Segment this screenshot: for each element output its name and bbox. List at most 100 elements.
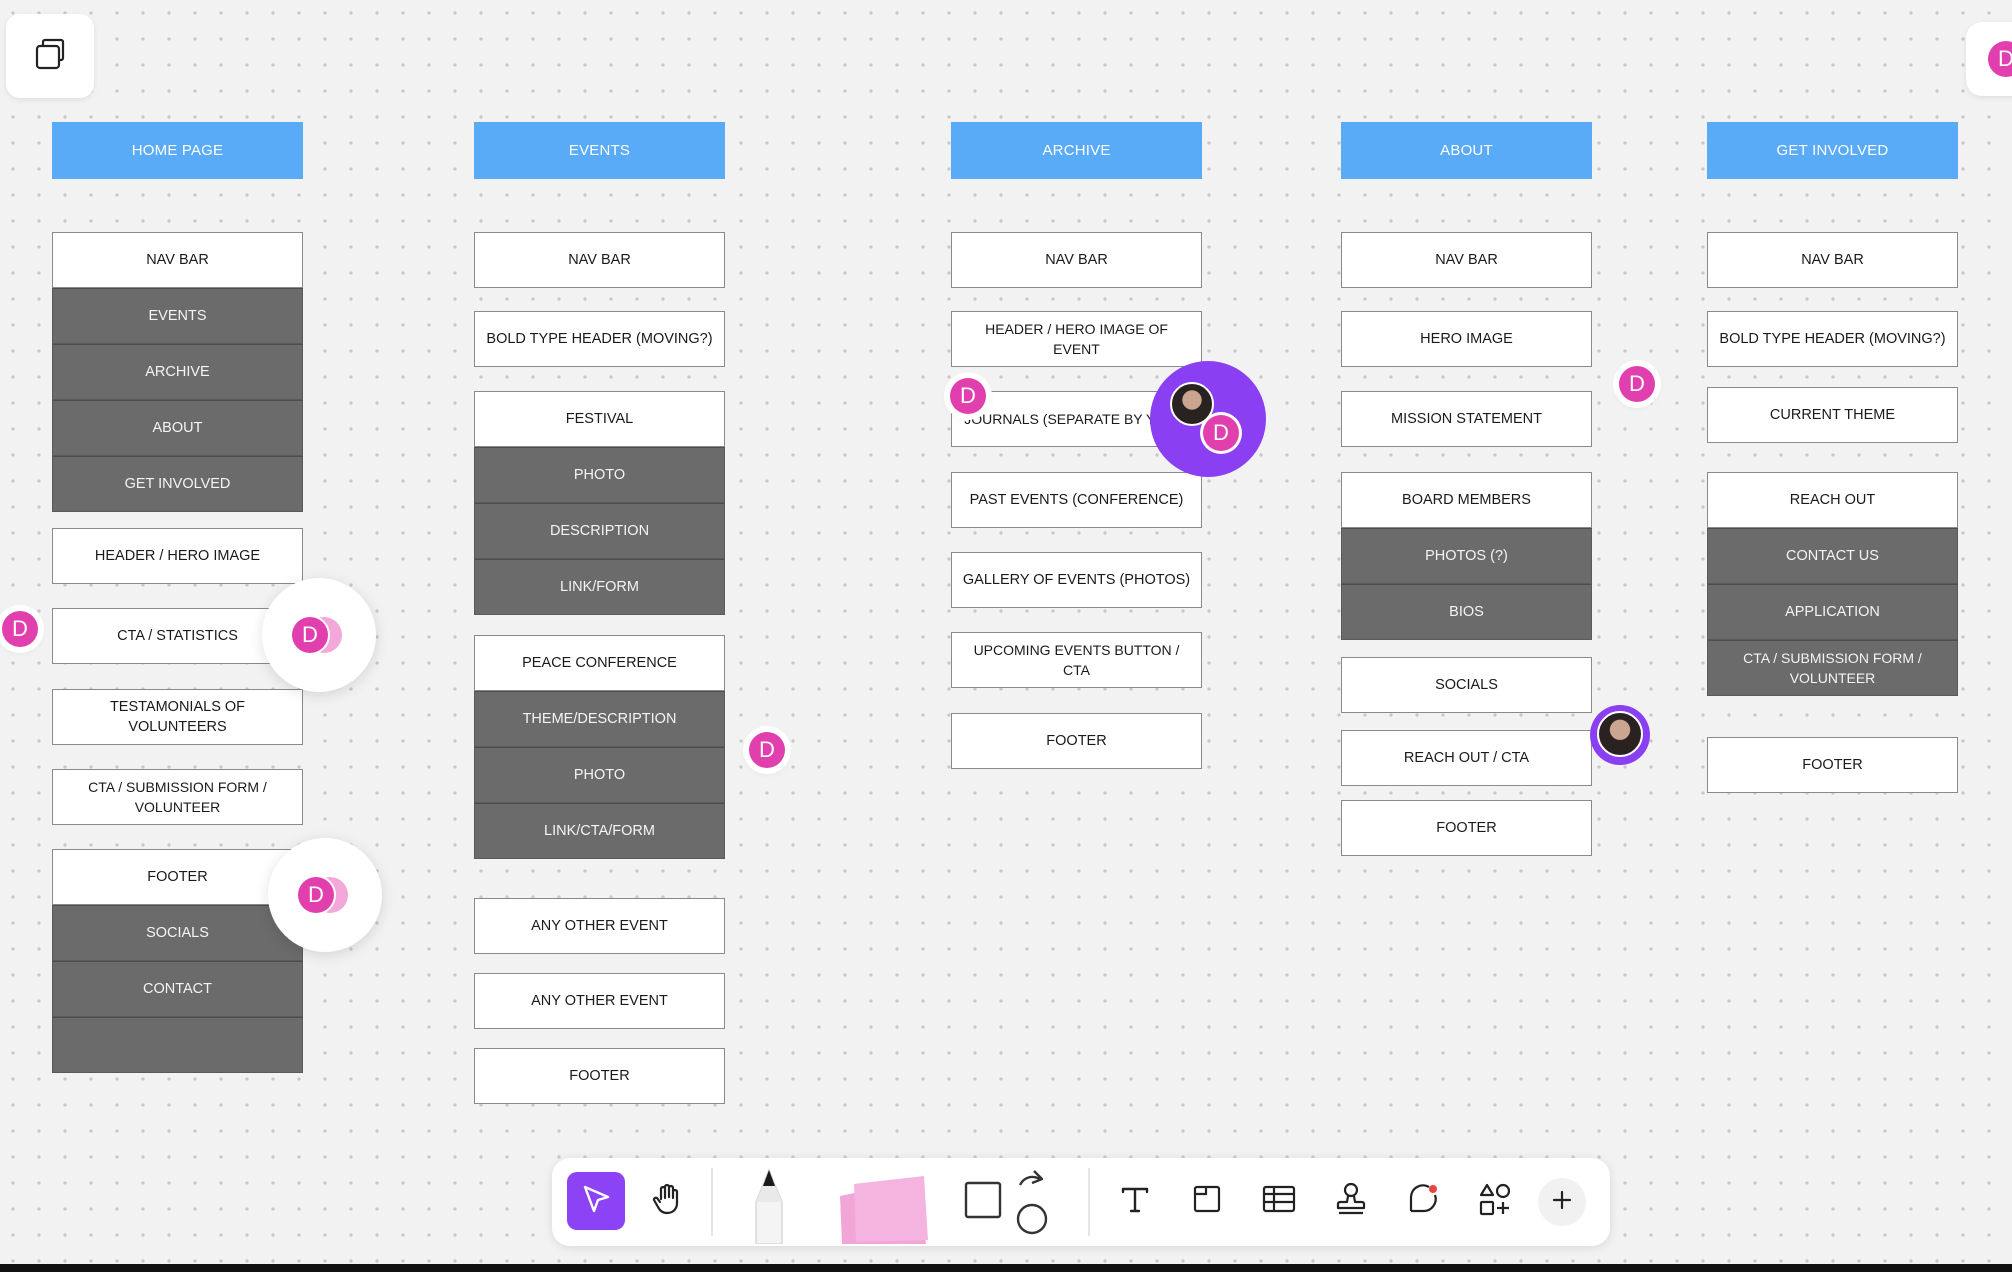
sitemap-box[interactable]: FOOTER — [951, 713, 1202, 769]
add-tool-button[interactable] — [1538, 1178, 1586, 1226]
sitemap-box[interactable]: HEADER / HERO IMAGE OF EVENT — [951, 311, 1202, 367]
block-past: PAST EVENTS (CONFERENCE) — [951, 472, 1202, 528]
sitemap-box[interactable]: NAV BAR — [951, 232, 1202, 288]
sitemap-box[interactable]: ANY OTHER EVENT — [474, 973, 725, 1029]
collaborator-avatar-group[interactable]: D — [268, 838, 382, 952]
sitemap-box[interactable]: FOOTER — [1707, 737, 1958, 793]
block-footer: FOOTER — [1707, 737, 1958, 793]
sitemap-box[interactable]: BOLD TYPE HEADER (MOVING?) — [474, 311, 725, 367]
sitemap-box[interactable]: FOOTER — [1341, 800, 1592, 856]
text-tool[interactable] — [1106, 1172, 1164, 1230]
sitemap-box[interactable]: NAV BAR — [474, 232, 725, 288]
sitemap-box[interactable]: ARCHIVE — [52, 344, 303, 400]
block-nav: NAV BAR — [1341, 232, 1592, 288]
shape-tool[interactable] — [962, 1169, 1058, 1234]
block-nav: NAV BAR EVENTS ARCHIVE ABOUT GET INVOLVED — [52, 232, 303, 512]
block-nav: NAV BAR — [474, 232, 725, 288]
collaborator-photo-avatar[interactable] — [1597, 711, 1643, 757]
sitemap-box[interactable]: BOARD MEMBERS — [1341, 472, 1592, 528]
pointer-tool[interactable] — [567, 1172, 625, 1230]
block-testimonials: TESTAMONIALS OF VOLUNTEERS — [52, 689, 303, 745]
sitemap-box[interactable]: CONTACT US — [1707, 528, 1958, 584]
widgets-tool[interactable] — [1466, 1172, 1524, 1230]
column-header-about[interactable]: ABOUT — [1341, 122, 1592, 179]
layers-button[interactable] — [6, 14, 94, 98]
column-header-archive[interactable]: ARCHIVE — [951, 122, 1202, 179]
block-header: BOLD TYPE HEADER (MOVING?) — [1707, 311, 1958, 367]
sitemap-box[interactable]: SOCIALS — [52, 905, 303, 961]
sitemap-box[interactable]: NAV BAR — [52, 232, 303, 288]
sitemap-box[interactable]: ANY OTHER EVENT — [474, 898, 725, 954]
sitemap-box[interactable]: SOCIALS — [1341, 657, 1592, 713]
collaborator-avatar[interactable]: D — [950, 378, 986, 414]
sitemap-box[interactable]: CONTACT — [52, 961, 303, 1017]
sitemap-box[interactable]: NAV BAR — [1341, 232, 1592, 288]
sitemap-box[interactable]: UPCOMING EVENTS BUTTON / CTA — [951, 632, 1202, 688]
sitemap-box[interactable]: LINK/FORM — [474, 559, 725, 615]
block-hero: HERO IMAGE — [1341, 311, 1592, 367]
sitemap-box[interactable]: BOLD TYPE HEADER (MOVING?) — [1707, 311, 1958, 367]
sitemap-box[interactable]: CTA / SUBMISSION FORM / VOLUNTEER — [1707, 640, 1958, 696]
sitemap-box[interactable]: FOOTER — [474, 1048, 725, 1104]
block-footer: FOOTER — [474, 1048, 725, 1104]
sitemap-box[interactable]: PEACE CONFERENCE — [474, 635, 725, 691]
sticky-note-tool[interactable] — [836, 1172, 930, 1246]
column-header-get-involved[interactable]: GET INVOLVED — [1707, 122, 1958, 179]
sitemap-box[interactable]: REACH OUT / CTA — [1341, 730, 1592, 786]
current-user-chip[interactable]: D — [1966, 22, 2012, 96]
collaborator-avatar[interactable]: D — [1619, 366, 1655, 402]
collaborator-avatar[interactable]: D — [1203, 415, 1239, 451]
sitemap-box[interactable]: EVENTS — [52, 288, 303, 344]
pointer-icon — [579, 1182, 613, 1221]
sitemap-box[interactable]: BIOS — [1341, 584, 1592, 640]
sitemap-box[interactable]: REACH OUT — [1707, 472, 1958, 528]
block-header: BOLD TYPE HEADER (MOVING?) — [474, 311, 725, 367]
stamp-icon — [1334, 1181, 1368, 1222]
block-footer: FOOTER SOCIALS CONTACT — [52, 849, 303, 1073]
sitemap-box[interactable]: THEME/DESCRIPTION — [474, 691, 725, 747]
sitemap-box[interactable]: GALLERY OF EVENTS (PHOTOS) — [951, 552, 1202, 608]
collaborator-avatar-group[interactable]: D — [262, 578, 376, 692]
sitemap-box[interactable]: CURRENT THEME — [1707, 387, 1958, 443]
table-tool[interactable] — [1250, 1172, 1308, 1230]
layers-icon — [32, 36, 68, 77]
sitemap-box[interactable]: TESTAMONIALS OF VOLUNTEERS — [52, 689, 303, 745]
sitemap-box[interactable]: FESTIVAL — [474, 391, 725, 447]
block-header: HEADER / HERO IMAGE OF EVENT — [951, 311, 1202, 367]
stamp-tool[interactable] — [1322, 1172, 1380, 1230]
hand-tool[interactable] — [639, 1172, 697, 1230]
screen-edge — [0, 1264, 2012, 1272]
sitemap-box[interactable]: PHOTO — [474, 447, 725, 503]
sitemap-box[interactable]: DESCRIPTION — [474, 503, 725, 559]
block-peace: PEACE CONFERENCE THEME/DESCRIPTION PHOTO LI… — [474, 635, 725, 859]
sitemap-box[interactable]: PAST EVENTS (CONFERENCE) — [951, 472, 1202, 528]
block-other2: ANY OTHER EVENT — [474, 973, 725, 1029]
sitemap-box[interactable]: ABOUT — [52, 400, 303, 456]
column-header-home[interactable]: HOME PAGE — [52, 122, 303, 179]
column-get-involved: GET INVOLVED NAV BAR BOLD TYPE HEADER (MOV… — [1707, 122, 1958, 793]
sitemap-box[interactable]: FOOTER — [52, 849, 303, 905]
sitemap-box[interactable]: LINK/CTA/FORM — [474, 803, 725, 859]
block-footer: FOOTER — [1341, 800, 1592, 856]
collaborator-avatar[interactable]: D — [2, 611, 38, 647]
sitemap-box[interactable] — [52, 1017, 303, 1073]
sitemap-box[interactable]: HEADER / HERO IMAGE — [52, 528, 303, 584]
sitemap-box[interactable]: GET INVOLVED — [52, 456, 303, 512]
comment-tool[interactable] — [1394, 1172, 1452, 1230]
sitemap-box[interactable]: HERO IMAGE — [1341, 311, 1592, 367]
sitemap-box[interactable]: APPLICATION — [1707, 584, 1958, 640]
pen-tool[interactable] — [738, 1167, 800, 1246]
column-archive: ARCHIVE NAV BAR HEADER / HERO IMAGE OF EVE… — [951, 122, 1202, 769]
comment-icon — [1405, 1181, 1441, 1222]
section-tool[interactable] — [1178, 1172, 1236, 1230]
sitemap-box[interactable]: NAV BAR — [1707, 232, 1958, 288]
collaborator-avatar[interactable]: D — [749, 732, 785, 768]
sitemap-box[interactable]: CTA / SUBMISSION FORM / VOLUNTEER — [52, 769, 303, 825]
sitemap-box[interactable]: PHOTOS (?) — [1341, 528, 1592, 584]
sitemap-box[interactable]: PHOTO — [474, 747, 725, 803]
block-gallery: GALLERY OF EVENTS (PHOTOS) — [951, 552, 1202, 608]
column-header-events[interactable]: EVENTS — [474, 122, 725, 179]
block-nav: NAV BAR — [1707, 232, 1958, 288]
section-icon — [1190, 1182, 1224, 1221]
sitemap-box[interactable]: MISSION STATEMENT — [1341, 391, 1592, 447]
